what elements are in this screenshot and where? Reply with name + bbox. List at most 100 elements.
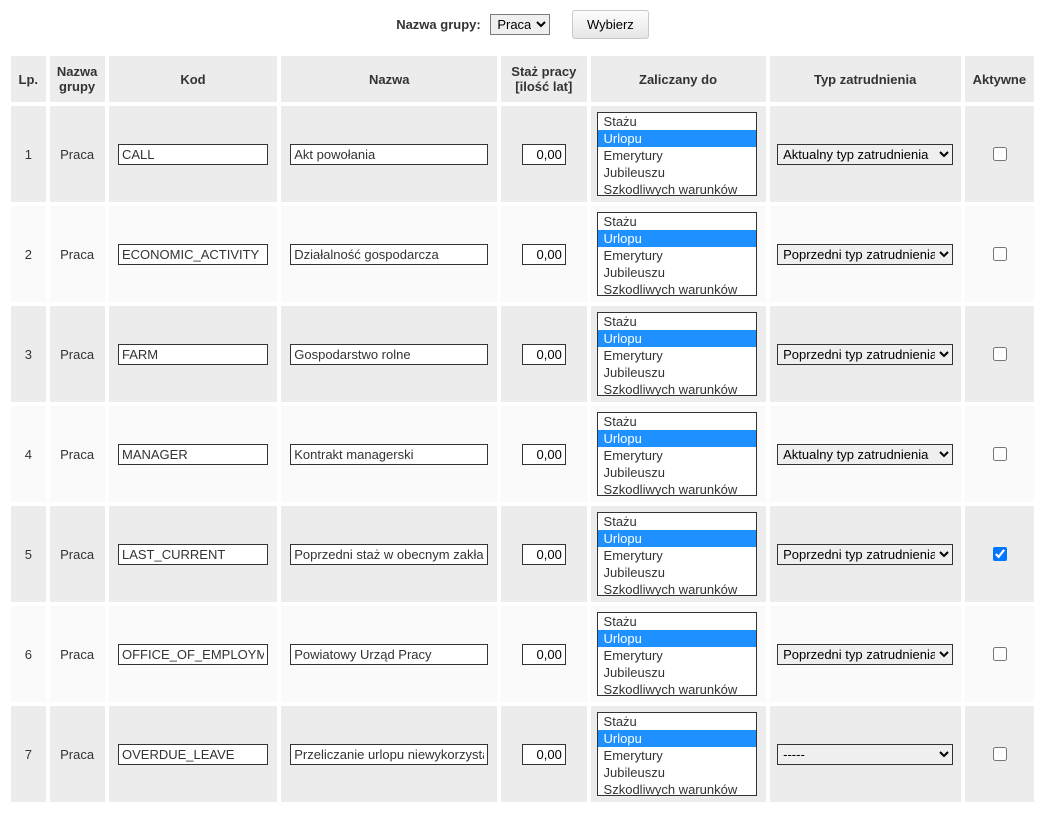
- listbox-option[interactable]: Jubileuszu: [598, 464, 756, 481]
- listbox-option[interactable]: Emerytury: [598, 347, 756, 364]
- listbox-option[interactable]: Stażu: [598, 213, 756, 230]
- cell-group: Praca: [49, 505, 106, 603]
- employment-type-select[interactable]: -----Aktualny typ zatrudnieniaPoprzedni …: [777, 544, 953, 565]
- listbox-option[interactable]: Emerytury: [598, 247, 756, 264]
- listbox-option[interactable]: Urlopu: [598, 430, 756, 447]
- seniority-input[interactable]: [522, 744, 566, 765]
- counted-towards-listbox[interactable]: StażuUrlopuEmeryturyJubileuszuSzkodliwyc…: [597, 412, 757, 496]
- cell-lp: 5: [10, 505, 47, 603]
- listbox-option[interactable]: Stażu: [598, 413, 756, 430]
- name-input[interactable]: [290, 444, 488, 465]
- cell-group: Praca: [49, 605, 106, 703]
- listbox-option[interactable]: Jubileuszu: [598, 164, 756, 181]
- listbox-option[interactable]: Szkodliwych warunków: [598, 581, 756, 596]
- col-zal: Zaliczany do: [590, 55, 767, 103]
- employment-type-select[interactable]: -----Aktualny typ zatrudnieniaPoprzedni …: [777, 144, 953, 165]
- listbox-option[interactable]: Stażu: [598, 713, 756, 730]
- seniority-input[interactable]: [522, 644, 566, 665]
- active-checkbox[interactable]: [993, 447, 1007, 461]
- listbox-option[interactable]: Stażu: [598, 613, 756, 630]
- seniority-input[interactable]: [522, 244, 566, 265]
- select-button[interactable]: Wybierz: [572, 10, 649, 39]
- active-checkbox[interactable]: [993, 747, 1007, 761]
- seniority-input[interactable]: [522, 344, 566, 365]
- active-checkbox[interactable]: [993, 247, 1007, 261]
- cell-group: Praca: [49, 205, 106, 303]
- counted-towards-listbox[interactable]: StażuUrlopuEmeryturyJubileuszuSzkodliwyc…: [597, 212, 757, 296]
- code-input[interactable]: [118, 744, 268, 765]
- listbox-option[interactable]: Jubileuszu: [598, 264, 756, 281]
- seniority-input[interactable]: [522, 444, 566, 465]
- listbox-option[interactable]: Jubileuszu: [598, 364, 756, 381]
- table-row: 2PracaStażuUrlopuEmeryturyJubileuszuSzko…: [10, 205, 1035, 303]
- code-input[interactable]: [118, 544, 268, 565]
- code-input[interactable]: [118, 444, 268, 465]
- listbox-option[interactable]: Szkodliwych warunków: [598, 281, 756, 296]
- code-input[interactable]: [118, 644, 268, 665]
- listbox-option[interactable]: Stażu: [598, 313, 756, 330]
- cell-group: Praca: [49, 305, 106, 403]
- listbox-option[interactable]: Szkodliwych warunków: [598, 381, 756, 396]
- col-group: Nazwa grupy: [49, 55, 106, 103]
- employment-type-select[interactable]: -----Aktualny typ zatrudnieniaPoprzedni …: [777, 644, 953, 665]
- table-row: 4PracaStażuUrlopuEmeryturyJubileuszuSzko…: [10, 405, 1035, 503]
- active-checkbox[interactable]: [993, 647, 1007, 661]
- cell-group: Praca: [49, 705, 106, 803]
- name-input[interactable]: [290, 144, 488, 165]
- name-input[interactable]: [290, 244, 488, 265]
- counted-towards-listbox[interactable]: StażuUrlopuEmeryturyJubileuszuSzkodliwyc…: [597, 612, 757, 696]
- name-input[interactable]: [290, 744, 488, 765]
- listbox-option[interactable]: Emerytury: [598, 747, 756, 764]
- active-checkbox[interactable]: [993, 347, 1007, 361]
- cell-lp: 7: [10, 705, 47, 803]
- seniority-input[interactable]: [522, 544, 566, 565]
- active-checkbox[interactable]: [993, 147, 1007, 161]
- filter-bar: Nazwa grupy: Praca Wybierz: [8, 10, 1037, 39]
- table-row: 7Praca StażuUrlopuEmeryturyJubileuszuSzko…: [10, 705, 1035, 803]
- col-typ: Typ zatrudnienia: [769, 55, 962, 103]
- listbox-option[interactable]: Jubileuszu: [598, 564, 756, 581]
- counted-towards-listbox[interactable]: StażuUrlopuEmeryturyJubileuszuSzkodliwyc…: [597, 512, 757, 596]
- listbox-option[interactable]: Emerytury: [598, 547, 756, 564]
- listbox-option[interactable]: Urlopu: [598, 630, 756, 647]
- listbox-option[interactable]: Szkodliwych warunków: [598, 681, 756, 696]
- group-select[interactable]: Praca: [490, 14, 550, 35]
- table-row: 5Praca StażuUrlopuEmeryturyJubileuszuSzko…: [10, 505, 1035, 603]
- counted-towards-listbox[interactable]: StażuUrlopuEmeryturyJubileuszuSzkodliwyc…: [597, 112, 757, 196]
- listbox-option[interactable]: Urlopu: [598, 530, 756, 547]
- col-akt: Aktywne: [964, 55, 1035, 103]
- employment-type-select[interactable]: -----Aktualny typ zatrudnieniaPoprzedni …: [777, 444, 953, 465]
- col-staz: Staż pracy [ilość lat]: [500, 55, 587, 103]
- listbox-option[interactable]: Emerytury: [598, 447, 756, 464]
- employment-type-select[interactable]: -----Aktualny typ zatrudnieniaPoprzedni …: [777, 244, 953, 265]
- counted-towards-listbox[interactable]: StażuUrlopuEmeryturyJubileuszuSzkodliwyc…: [597, 712, 757, 796]
- listbox-option[interactable]: Stażu: [598, 113, 756, 130]
- listbox-option[interactable]: Stażu: [598, 513, 756, 530]
- listbox-option[interactable]: Emerytury: [598, 647, 756, 664]
- listbox-option[interactable]: Jubileuszu: [598, 664, 756, 681]
- listbox-option[interactable]: Szkodliwych warunków: [598, 481, 756, 496]
- listbox-option[interactable]: Urlopu: [598, 230, 756, 247]
- listbox-option[interactable]: Urlopu: [598, 130, 756, 147]
- code-input[interactable]: [118, 144, 268, 165]
- seniority-input[interactable]: [522, 144, 566, 165]
- cell-lp: 6: [10, 605, 47, 703]
- table-row: 6Praca StażuUrlopuEmeryturyJubileuszuSzko…: [10, 605, 1035, 703]
- listbox-option[interactable]: Urlopu: [598, 330, 756, 347]
- name-input[interactable]: [290, 544, 488, 565]
- table-row: 3PracaStażuUrlopuEmeryturyJubileuszuSzko…: [10, 305, 1035, 403]
- active-checkbox[interactable]: [993, 547, 1007, 561]
- filter-label: Nazwa grupy:: [396, 17, 481, 32]
- listbox-option[interactable]: Szkodliwych warunków: [598, 781, 756, 796]
- listbox-option[interactable]: Emerytury: [598, 147, 756, 164]
- name-input[interactable]: [290, 644, 488, 665]
- listbox-option[interactable]: Szkodliwych warunków: [598, 181, 756, 196]
- listbox-option[interactable]: Urlopu: [598, 730, 756, 747]
- code-input[interactable]: [118, 244, 268, 265]
- counted-towards-listbox[interactable]: StażuUrlopuEmeryturyJubileuszuSzkodliwyc…: [597, 312, 757, 396]
- employment-type-select[interactable]: -----Aktualny typ zatrudnieniaPoprzedni …: [777, 744, 953, 765]
- col-lp: Lp.: [10, 55, 47, 103]
- employment-type-select[interactable]: -----Aktualny typ zatrudnieniaPoprzedni …: [777, 344, 953, 365]
- name-input[interactable]: [290, 344, 488, 365]
- code-input[interactable]: [118, 344, 268, 365]
